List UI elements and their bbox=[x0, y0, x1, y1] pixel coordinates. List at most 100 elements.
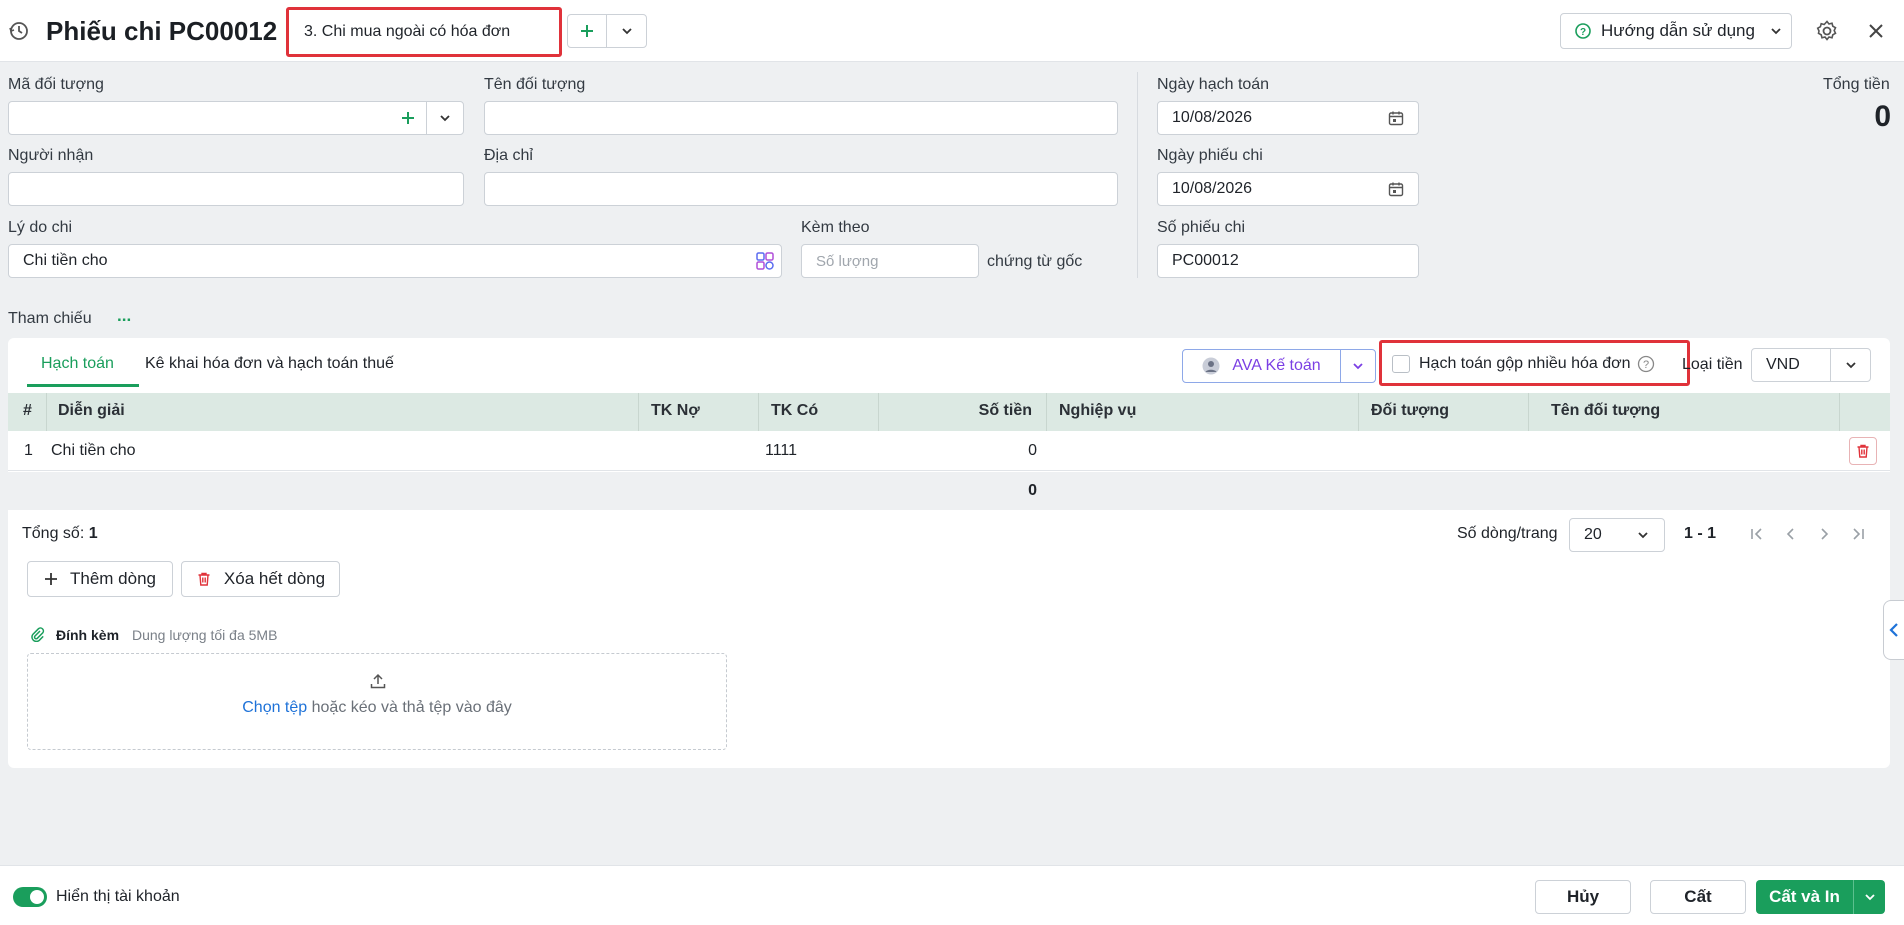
next-page-icon[interactable] bbox=[1816, 526, 1832, 542]
tong-tien-label: Tổng tiền bbox=[1823, 76, 1890, 93]
row-so-tien[interactable]: 0 bbox=[884, 442, 1037, 460]
nguoi-nhan-label: Người nhận bbox=[8, 147, 94, 164]
grid-header: # Diễn giải TK Nợ TK Có Số tiền Nghiệp v… bbox=[8, 393, 1890, 431]
add-row-button[interactable]: Thêm dòng bbox=[27, 561, 173, 597]
drag-text: hoặc kéo và thả tệp vào đây bbox=[311, 699, 512, 716]
choose-file-link[interactable]: Chọn tệp bbox=[242, 699, 307, 716]
calendar-icon[interactable] bbox=[1388, 181, 1404, 197]
help-circle-icon[interactable]: ? bbox=[1637, 355, 1655, 373]
chevron-down-icon[interactable] bbox=[1830, 349, 1870, 381]
tong-so-label: Tổng số: bbox=[22, 525, 85, 542]
calendar-icon[interactable] bbox=[1388, 110, 1404, 126]
ten-doi-tuong-input[interactable] bbox=[484, 101, 1118, 135]
tong-tien-value: 0 bbox=[1874, 100, 1891, 133]
table-row[interactable]: 1 Chi tiền cho 1111 0 bbox=[8, 431, 1890, 471]
kem-theo-label: Kèm theo bbox=[801, 219, 870, 236]
drop-zone-text: Chọn tệp hoặc kéo và thả tệp vào đây bbox=[28, 699, 726, 717]
active-tab-indicator bbox=[27, 384, 139, 387]
plus-icon bbox=[44, 572, 58, 586]
toggle-knob bbox=[30, 890, 44, 904]
delete-all-rows-button[interactable]: Xóa hết dòng bbox=[181, 561, 340, 597]
row-dien-giai[interactable]: Chi tiền cho bbox=[51, 442, 136, 460]
help-button[interactable]: ? Hướng dẫn sử dụng bbox=[1560, 13, 1792, 49]
header-bar: Phiếu chi PC00012 3. Chi mua ngoài có hó… bbox=[0, 0, 1904, 62]
prev-page-icon[interactable] bbox=[1783, 526, 1799, 542]
save-print-group: Cất và In bbox=[1756, 880, 1885, 914]
chevron-down-icon[interactable] bbox=[1853, 880, 1885, 914]
history-icon[interactable] bbox=[8, 20, 30, 42]
ngay-phieu-chi-value: 10/08/2026 bbox=[1172, 180, 1253, 197]
row-tk-co[interactable]: 1111 bbox=[765, 442, 797, 460]
side-panel-toggle[interactable] bbox=[1883, 600, 1904, 660]
tham-chieu-label: Tham chiếu bbox=[8, 310, 92, 327]
kem-theo-input[interactable]: Số lượng bbox=[801, 244, 979, 278]
grid-total: 0 bbox=[1028, 482, 1037, 499]
chevron-down-icon[interactable] bbox=[607, 15, 646, 47]
tong-so-value: 1 bbox=[88, 525, 98, 542]
gop-hoa-don-label[interactable]: Hạch toán gộp nhiều hóa đơn bbox=[1419, 355, 1631, 373]
ngay-phieu-chi-field[interactable]: 10/08/2026 bbox=[1157, 172, 1419, 206]
svg-text:?: ? bbox=[1580, 27, 1586, 38]
detail-panel: Hạch toán Kê khai hóa đơn và hạch toán t… bbox=[8, 338, 1890, 768]
last-page-icon[interactable] bbox=[1850, 526, 1866, 542]
tab-hach-toan[interactable]: Hạch toán bbox=[41, 355, 114, 373]
rows-per-page-select[interactable]: 20 bbox=[1569, 518, 1665, 552]
type-select-actions bbox=[567, 14, 647, 48]
show-account-toggle[interactable] bbox=[13, 887, 47, 907]
attach-label: Đính kèm bbox=[56, 627, 120, 643]
add-icon[interactable] bbox=[568, 15, 608, 47]
file-drop-zone[interactable]: Chọn tệp hoặc kéo và thả tệp vào đây bbox=[27, 653, 727, 750]
cancel-button[interactable]: Hủy bbox=[1535, 880, 1631, 914]
tong-so: Tổng số: 1 bbox=[22, 525, 98, 543]
trash-icon bbox=[196, 571, 212, 587]
row-no: 1 bbox=[24, 442, 33, 459]
ngay-hach-toan-field[interactable]: 10/08/2026 bbox=[1157, 101, 1419, 135]
col-no: # bbox=[23, 402, 32, 419]
ava-ke-toan-button[interactable]: AVA Kế toán bbox=[1182, 349, 1376, 383]
chung-tu-goc-label: chứng từ gốc bbox=[987, 253, 1083, 270]
ai-suggest-icon[interactable] bbox=[755, 251, 775, 271]
ava-avatar-icon bbox=[1202, 357, 1220, 375]
page-title: Phiếu chi PC00012 bbox=[46, 16, 278, 46]
rows-per-page-label: Số dòng/trang bbox=[1457, 525, 1558, 542]
tab-ke-khai-hoa-don[interactable]: Kê khai hóa đơn và hạch toán thuế bbox=[145, 355, 394, 373]
show-account-label: Hiển thị tài khoản bbox=[56, 888, 180, 905]
first-page-icon[interactable] bbox=[1749, 526, 1765, 542]
tham-chieu-more-link[interactable]: ... bbox=[117, 306, 131, 326]
ava-main[interactable]: AVA Kế toán bbox=[1183, 350, 1341, 382]
nguoi-nhan-input[interactable] bbox=[8, 172, 464, 206]
col-tk-no: TK Nợ bbox=[651, 402, 700, 419]
close-icon[interactable] bbox=[1866, 21, 1886, 41]
add-icon[interactable] bbox=[389, 102, 427, 134]
loai-tien-label: Loại tiền bbox=[1682, 356, 1743, 373]
ly-do-chi-input[interactable]: Chi tiền cho bbox=[23, 252, 755, 270]
gear-icon[interactable] bbox=[1815, 19, 1839, 43]
loai-tien-select[interactable]: VND bbox=[1751, 348, 1871, 382]
col-nghiep-vu: Nghiệp vụ bbox=[1059, 402, 1137, 419]
delete-all-rows-label: Xóa hết dòng bbox=[223, 569, 326, 588]
save-button[interactable]: Cất bbox=[1650, 880, 1746, 914]
dia-chi-label: Địa chỉ bbox=[484, 147, 533, 164]
delete-row-button[interactable] bbox=[1849, 437, 1877, 465]
attach-limit: Dung lượng tối đa 5MB bbox=[132, 627, 278, 643]
ngay-hach-toan-value: 10/08/2026 bbox=[1172, 109, 1253, 126]
upload-icon bbox=[369, 672, 387, 690]
voucher-type-select[interactable]: 3. Chi mua ngoài có hóa đơn bbox=[290, 11, 558, 53]
chevron-down-icon[interactable] bbox=[427, 102, 463, 134]
col-so-tien: Số tiền bbox=[978, 402, 1032, 419]
help-label: Hướng dẫn sử dụng bbox=[1601, 21, 1755, 40]
chevron-down-icon[interactable] bbox=[1341, 350, 1375, 382]
ten-doi-tuong-label: Tên đối tượng bbox=[484, 76, 586, 93]
save-print-button[interactable]: Cất và In bbox=[1756, 887, 1853, 907]
footer-bar: Hiển thị tài khoản Hủy Cất Cất và In bbox=[0, 865, 1904, 925]
ava-label: AVA Kế toán bbox=[1232, 357, 1321, 374]
loai-tien-value: VND bbox=[1766, 356, 1800, 373]
dia-chi-input[interactable] bbox=[484, 172, 1118, 206]
ma-doi-tuong-field bbox=[8, 101, 464, 135]
ly-do-chi-field: Chi tiền cho bbox=[8, 244, 782, 278]
svg-text:?: ? bbox=[1643, 359, 1649, 371]
chevron-down-icon bbox=[1769, 24, 1783, 38]
gop-hoa-don-checkbox[interactable] bbox=[1392, 355, 1410, 373]
ngay-phieu-chi-label: Ngày phiếu chi bbox=[1157, 147, 1263, 164]
so-phieu-chi-input[interactable]: PC00012 bbox=[1157, 244, 1419, 278]
